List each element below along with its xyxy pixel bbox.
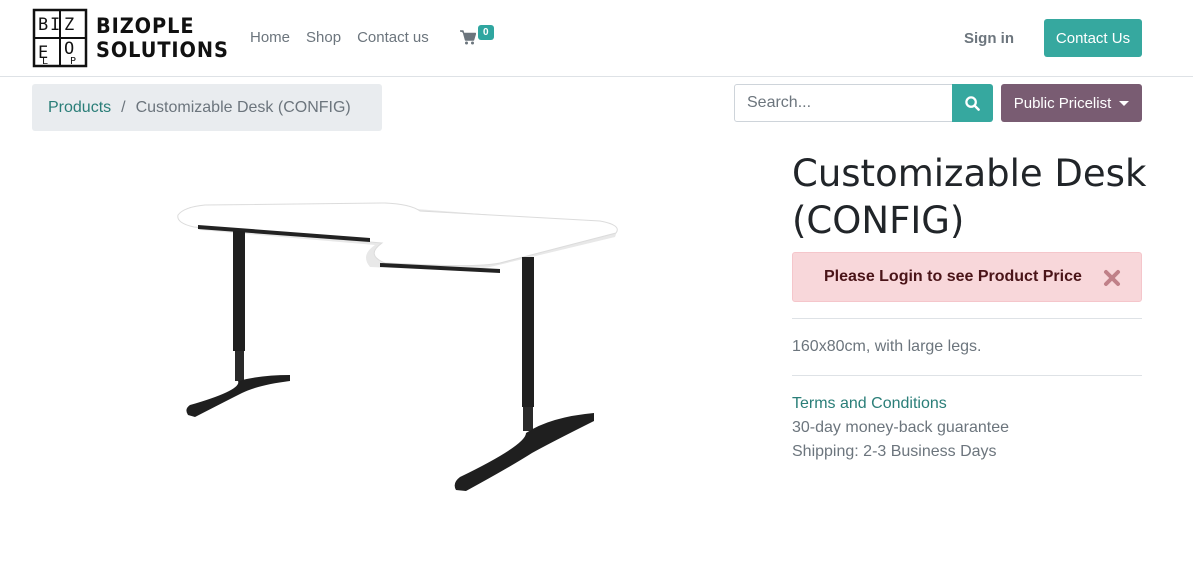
pricelist-dropdown[interactable]: Public Pricelist xyxy=(1001,84,1142,122)
nav-home[interactable]: Home xyxy=(250,29,290,46)
pricelist-label: Public Pricelist xyxy=(1013,94,1112,112)
product-description: 160x80cm, with large legs. xyxy=(792,338,982,355)
svg-text:Z: Z xyxy=(64,15,74,35)
breadcrumb-products-link[interactable]: Products xyxy=(48,99,111,117)
nav-contact-us[interactable]: Contact us xyxy=(357,29,429,46)
shipping-text: Shipping: 2-3 Business Days xyxy=(792,443,997,460)
cart-count-badge: 0 xyxy=(478,25,494,40)
contact-us-button[interactable]: Contact Us xyxy=(1044,19,1142,57)
search-button[interactable] xyxy=(952,84,993,122)
caret-down-icon xyxy=(1119,100,1130,106)
search-icon xyxy=(965,95,980,111)
site-header: B I Z O E L P BIZOPLE SOLUTIONS Home Sho… xyxy=(0,0,1193,77)
main-nav: Home Shop Contact us xyxy=(250,29,445,46)
svg-text:B: B xyxy=(38,15,48,35)
svg-text:L: L xyxy=(42,56,48,67)
guarantee-text: 30-day money-back guarantee xyxy=(792,419,1010,436)
shopping-cart-icon xyxy=(460,30,477,45)
nav-shop[interactable]: Shop xyxy=(306,29,341,46)
terms-link[interactable]: Terms and Conditions xyxy=(792,395,947,413)
logo-mark-icon: B I Z O E L P xyxy=(32,8,88,68)
sign-in-link[interactable]: Sign in xyxy=(964,30,1014,47)
brand-line-1: BIZOPLE xyxy=(96,14,195,38)
login-price-alert: Please Login to see Product Price xyxy=(792,252,1142,302)
brand-line-2: SOLUTIONS xyxy=(96,38,229,62)
product-image[interactable] xyxy=(170,185,630,505)
product-title: Customizable Desk (CONFIG) xyxy=(792,152,1147,242)
breadcrumb-separator: / xyxy=(121,98,126,116)
close-icon[interactable] xyxy=(1103,269,1121,287)
cart-link[interactable]: 0 xyxy=(460,25,494,50)
divider xyxy=(792,375,1142,376)
svg-text:P: P xyxy=(70,56,76,67)
divider xyxy=(792,318,1142,319)
search-input[interactable] xyxy=(734,84,953,122)
alert-message: Please Login to see Product Price xyxy=(824,268,1082,285)
breadcrumb-current: Customizable Desk (CONFIG) xyxy=(135,98,351,116)
brand-logo[interactable]: B I Z O E L P BIZOPLE SOLUTIONS xyxy=(32,8,240,68)
breadcrumb: Products / Customizable Desk (CONFIG) xyxy=(32,84,382,131)
svg-text:I: I xyxy=(50,15,60,35)
brand-name: BIZOPLE SOLUTIONS xyxy=(96,14,229,62)
